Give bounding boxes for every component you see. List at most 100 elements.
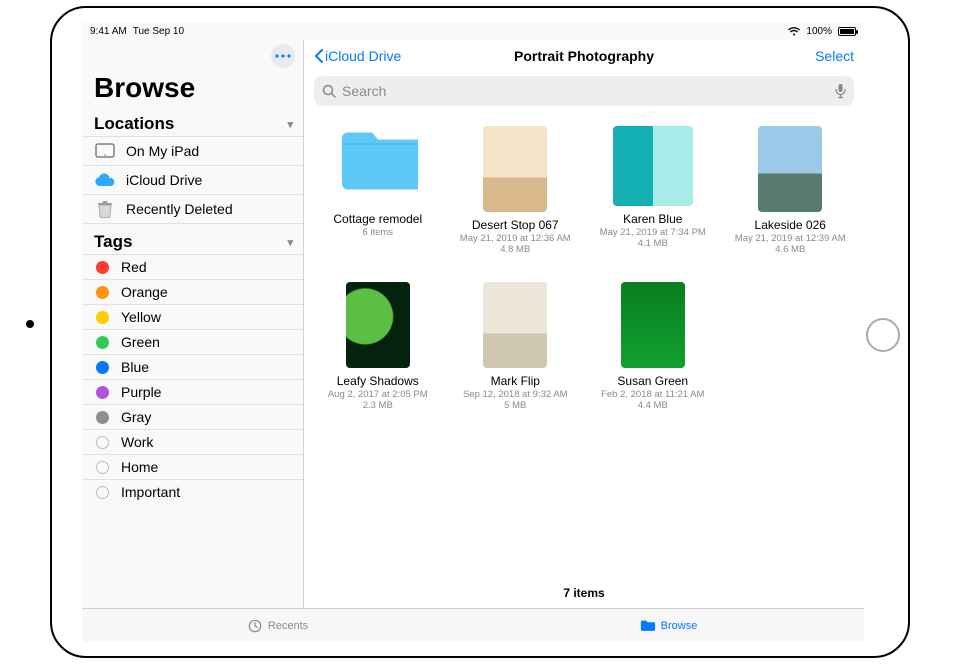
file-meta-size: 4.4 MB: [638, 400, 668, 411]
search-placeholder: Search: [342, 83, 829, 99]
sidebar-tag-important[interactable]: Important: [82, 479, 303, 504]
file-name: Mark Flip: [491, 374, 540, 388]
navbar: iCloud Drive Portrait Photography Select: [304, 40, 864, 72]
more-button[interactable]: [271, 44, 295, 68]
tab-recents[interactable]: Recents: [82, 609, 473, 642]
file-meta-size: 5 MB: [504, 400, 526, 411]
tag-dot-icon: [96, 461, 109, 474]
search-icon: [322, 84, 336, 98]
tab-browse-label: Browse: [661, 620, 698, 632]
tag-label: Work: [121, 434, 153, 450]
tag-dot-icon: [96, 411, 109, 424]
item-count: 7 items: [304, 580, 864, 608]
sidebar-tag-home[interactable]: Home: [82, 454, 303, 479]
locations-header-label: Locations: [94, 114, 174, 134]
file-meta-size: 2.3 MB: [363, 400, 393, 411]
tag-label: Purple: [121, 384, 161, 400]
location-label: iCloud Drive: [126, 172, 202, 188]
tags-header[interactable]: Tags ▾: [82, 230, 303, 254]
tab-bar: Recents Browse: [82, 608, 864, 642]
tag-dot-icon: [96, 311, 109, 324]
file-item-karen-blue[interactable]: Karen BlueMay 21, 2019 at 7:34 PM4.1 MB: [587, 126, 719, 276]
chevron-down-icon: ▾: [287, 236, 293, 249]
file-name: Lakeside 026: [755, 218, 826, 232]
tag-dot-icon: [96, 436, 109, 449]
tag-dot-icon: [96, 361, 109, 374]
file-thumbnail: [483, 282, 547, 368]
tag-dot-icon: [96, 261, 109, 274]
sidebar-tag-work[interactable]: Work: [82, 429, 303, 454]
tab-browse[interactable]: Browse: [473, 609, 864, 642]
trash-icon: [94, 200, 116, 218]
file-thumbnail: [483, 126, 547, 212]
file-item-lakeside-026[interactable]: Lakeside 026May 21, 2019 at 12:39 AM4.6 …: [725, 126, 857, 276]
file-item-desert-stop-067[interactable]: Desert Stop 067May 21, 2019 at 12:36 AM4…: [450, 126, 582, 276]
file-meta-date: Sep 12, 2018 at 9:32 AM: [463, 389, 568, 400]
file-name: Leafy Shadows: [337, 374, 419, 388]
tag-dot-icon: [96, 336, 109, 349]
file-item-susan-green[interactable]: Susan GreenFeb 2, 2018 at 11:21 AM4.4 MB: [587, 282, 719, 432]
sidebar-location-on-my-ipad[interactable]: On My iPad: [82, 136, 303, 165]
sidebar-location-recently-deleted[interactable]: Recently Deleted: [82, 194, 303, 224]
dictation-icon[interactable]: [835, 83, 846, 99]
tag-label: Orange: [121, 284, 168, 300]
tag-label: Blue: [121, 359, 149, 375]
tag-label: Gray: [121, 409, 151, 425]
sidebar-tag-red[interactable]: Red: [82, 254, 303, 279]
file-meta-date: Aug 2, 2017 at 2:05 PM: [328, 389, 428, 400]
battery-pct: 100%: [806, 26, 832, 37]
search-input[interactable]: Search: [314, 76, 854, 106]
battery-icon: [838, 27, 856, 36]
clock-icon: [247, 619, 263, 633]
file-meta-date: 6 items: [362, 227, 393, 238]
sidebar-tag-green[interactable]: Green: [82, 329, 303, 354]
sidebar: Browse Locations ▾ On My iPad iCloud Driv…: [82, 40, 304, 608]
sidebar-tag-gray[interactable]: Gray: [82, 404, 303, 429]
file-meta-date: Feb 2, 2018 at 11:21 AM: [601, 389, 704, 400]
home-button[interactable]: [866, 318, 900, 352]
folder-item-cottage-remodel[interactable]: Cottage remodel6 items: [312, 126, 444, 276]
folder-icon: [640, 619, 656, 633]
file-name: Karen Blue: [623, 212, 682, 226]
wifi-icon: [788, 27, 800, 36]
file-name: Cottage remodel: [333, 212, 422, 226]
ipad-icon: [94, 142, 116, 160]
file-meta-size: 4.1 MB: [638, 238, 668, 249]
tag-label: Yellow: [121, 309, 161, 325]
tag-label: Important: [121, 484, 180, 500]
ipad-frame: 9:41 AM Tue Sep 10 100%: [50, 6, 910, 658]
tag-dot-icon: [96, 486, 109, 499]
file-meta-date: May 21, 2019 at 12:36 AM: [460, 233, 571, 244]
folder-icon: [338, 126, 418, 206]
file-meta-date: May 21, 2019 at 7:34 PM: [600, 227, 706, 238]
file-item-leafy-shadows[interactable]: Leafy ShadowsAug 2, 2017 at 2:05 PM2.3 M…: [312, 282, 444, 432]
chevron-down-icon: ▾: [287, 118, 293, 131]
file-meta-size: 4.8 MB: [500, 244, 530, 255]
screen: 9:41 AM Tue Sep 10 100%: [82, 22, 864, 642]
file-name: Susan Green: [617, 374, 688, 388]
tags-header-label: Tags: [94, 232, 132, 252]
locations-header[interactable]: Locations ▾: [82, 112, 303, 136]
tag-label: Green: [121, 334, 160, 350]
sidebar-tag-orange[interactable]: Orange: [82, 279, 303, 304]
camera-dot: [26, 320, 34, 328]
tag-dot-icon: [96, 386, 109, 399]
file-thumbnail: [758, 126, 822, 212]
sidebar-tag-yellow[interactable]: Yellow: [82, 304, 303, 329]
sidebar-location-icloud-drive[interactable]: iCloud Drive: [82, 165, 303, 194]
file-name: Desert Stop 067: [472, 218, 559, 232]
file-meta-date: May 21, 2019 at 12:39 AM: [735, 233, 846, 244]
sidebar-tag-blue[interactable]: Blue: [82, 354, 303, 379]
tab-recents-label: Recents: [268, 620, 308, 632]
sidebar-title: Browse: [82, 68, 303, 112]
status-date: Tue Sep 10: [133, 26, 184, 37]
location-label: Recently Deleted: [126, 201, 233, 217]
page-title: Portrait Photography: [304, 48, 864, 64]
sidebar-tag-purple[interactable]: Purple: [82, 379, 303, 404]
file-thumbnail: [621, 282, 685, 368]
content-area: iCloud Drive Portrait Photography Select…: [304, 40, 864, 608]
file-item-mark-flip[interactable]: Mark FlipSep 12, 2018 at 9:32 AM5 MB: [450, 282, 582, 432]
location-label: On My iPad: [126, 143, 199, 159]
file-thumbnail: [346, 282, 410, 368]
file-grid: Cottage remodel6 itemsDesert Stop 067May…: [304, 114, 864, 580]
